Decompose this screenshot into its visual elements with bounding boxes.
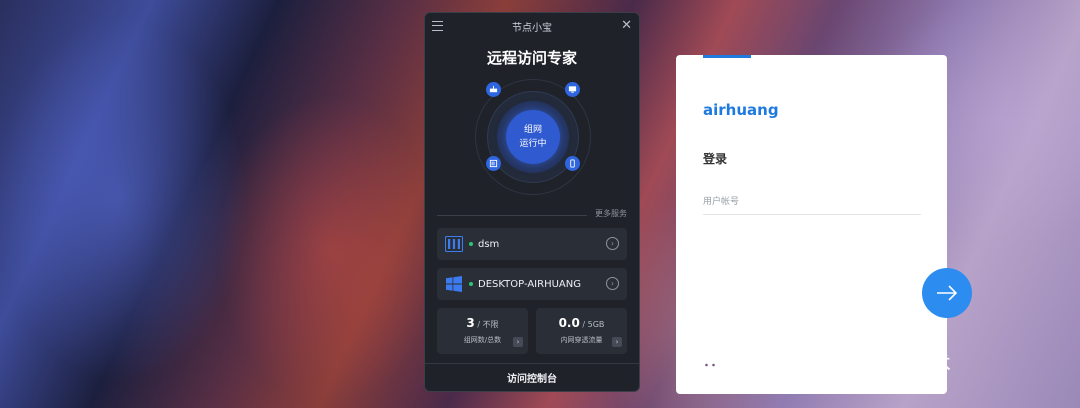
windows-icon bbox=[445, 276, 463, 292]
stats-row: 3 / 不限 组网数/总数 › 0.0 / 5GB 内网穿透流量 › bbox=[437, 308, 627, 354]
watermark: 公众号 · 小白电脑技术 bbox=[684, 344, 951, 380]
phone-node-icon bbox=[565, 156, 580, 171]
network-status-radar: 组网 运行中 bbox=[425, 72, 639, 202]
app-title: 节点小宝 bbox=[512, 22, 552, 34]
stat-value: 3 / 不限 bbox=[466, 316, 499, 330]
login-username: airhuang bbox=[703, 101, 779, 119]
close-icon[interactable]: ✕ bbox=[621, 18, 632, 33]
device-name: dsm bbox=[478, 238, 500, 250]
wechat-icon bbox=[684, 345, 721, 375]
login-heading: 登录 bbox=[703, 152, 728, 166]
network-status-button[interactable]: 组网 运行中 bbox=[506, 110, 560, 164]
chevron-right-icon[interactable]: › bbox=[513, 337, 523, 347]
status-line-2: 运行中 bbox=[519, 139, 547, 149]
watermark-text: 公众号 · 小白电脑技术 bbox=[732, 352, 951, 377]
online-indicator bbox=[469, 282, 473, 286]
access-console-button[interactable]: 访问控制台 bbox=[425, 363, 639, 391]
nas-icon bbox=[445, 236, 463, 252]
tab-indicator bbox=[703, 55, 751, 58]
online-indicator bbox=[469, 242, 473, 246]
device-item-dsm[interactable]: dsm › bbox=[437, 228, 627, 260]
arrow-right-icon bbox=[937, 285, 958, 301]
nas-node-icon bbox=[486, 156, 501, 171]
hamburger-menu-icon[interactable] bbox=[432, 21, 443, 31]
router-node-icon bbox=[486, 82, 501, 97]
traffic-card[interactable]: 0.0 / 5GB 内网穿透流量 › bbox=[536, 308, 627, 354]
account-field[interactable] bbox=[703, 189, 921, 215]
node-app-window: 节点小宝 ✕ 远程访问专家 组网 运行中 更多服务 dsm › DESKTOP-… bbox=[424, 12, 640, 392]
device-item-desktop[interactable]: DESKTOP-AIRHUANG › bbox=[437, 268, 627, 300]
section-divider bbox=[437, 215, 587, 216]
monitor-node-icon bbox=[565, 82, 580, 97]
device-name: DESKTOP-AIRHUANG bbox=[478, 278, 581, 290]
chevron-right-icon[interactable]: › bbox=[606, 237, 619, 250]
stat-value: 0.0 / 5GB bbox=[558, 316, 605, 330]
more-services-row: 更多服务 bbox=[437, 208, 627, 222]
chevron-right-icon[interactable]: › bbox=[612, 337, 622, 347]
status-line-1: 组网 bbox=[523, 125, 542, 135]
chevron-right-icon[interactable]: › bbox=[606, 277, 619, 290]
login-submit-button[interactable] bbox=[922, 268, 972, 318]
more-services-link[interactable]: 更多服务 bbox=[595, 208, 627, 219]
network-count-card[interactable]: 3 / 不限 组网数/总数 › bbox=[437, 308, 528, 354]
app-headline: 远程访问专家 bbox=[486, 49, 577, 67]
title-bar: 节点小宝 ✕ bbox=[425, 13, 639, 39]
